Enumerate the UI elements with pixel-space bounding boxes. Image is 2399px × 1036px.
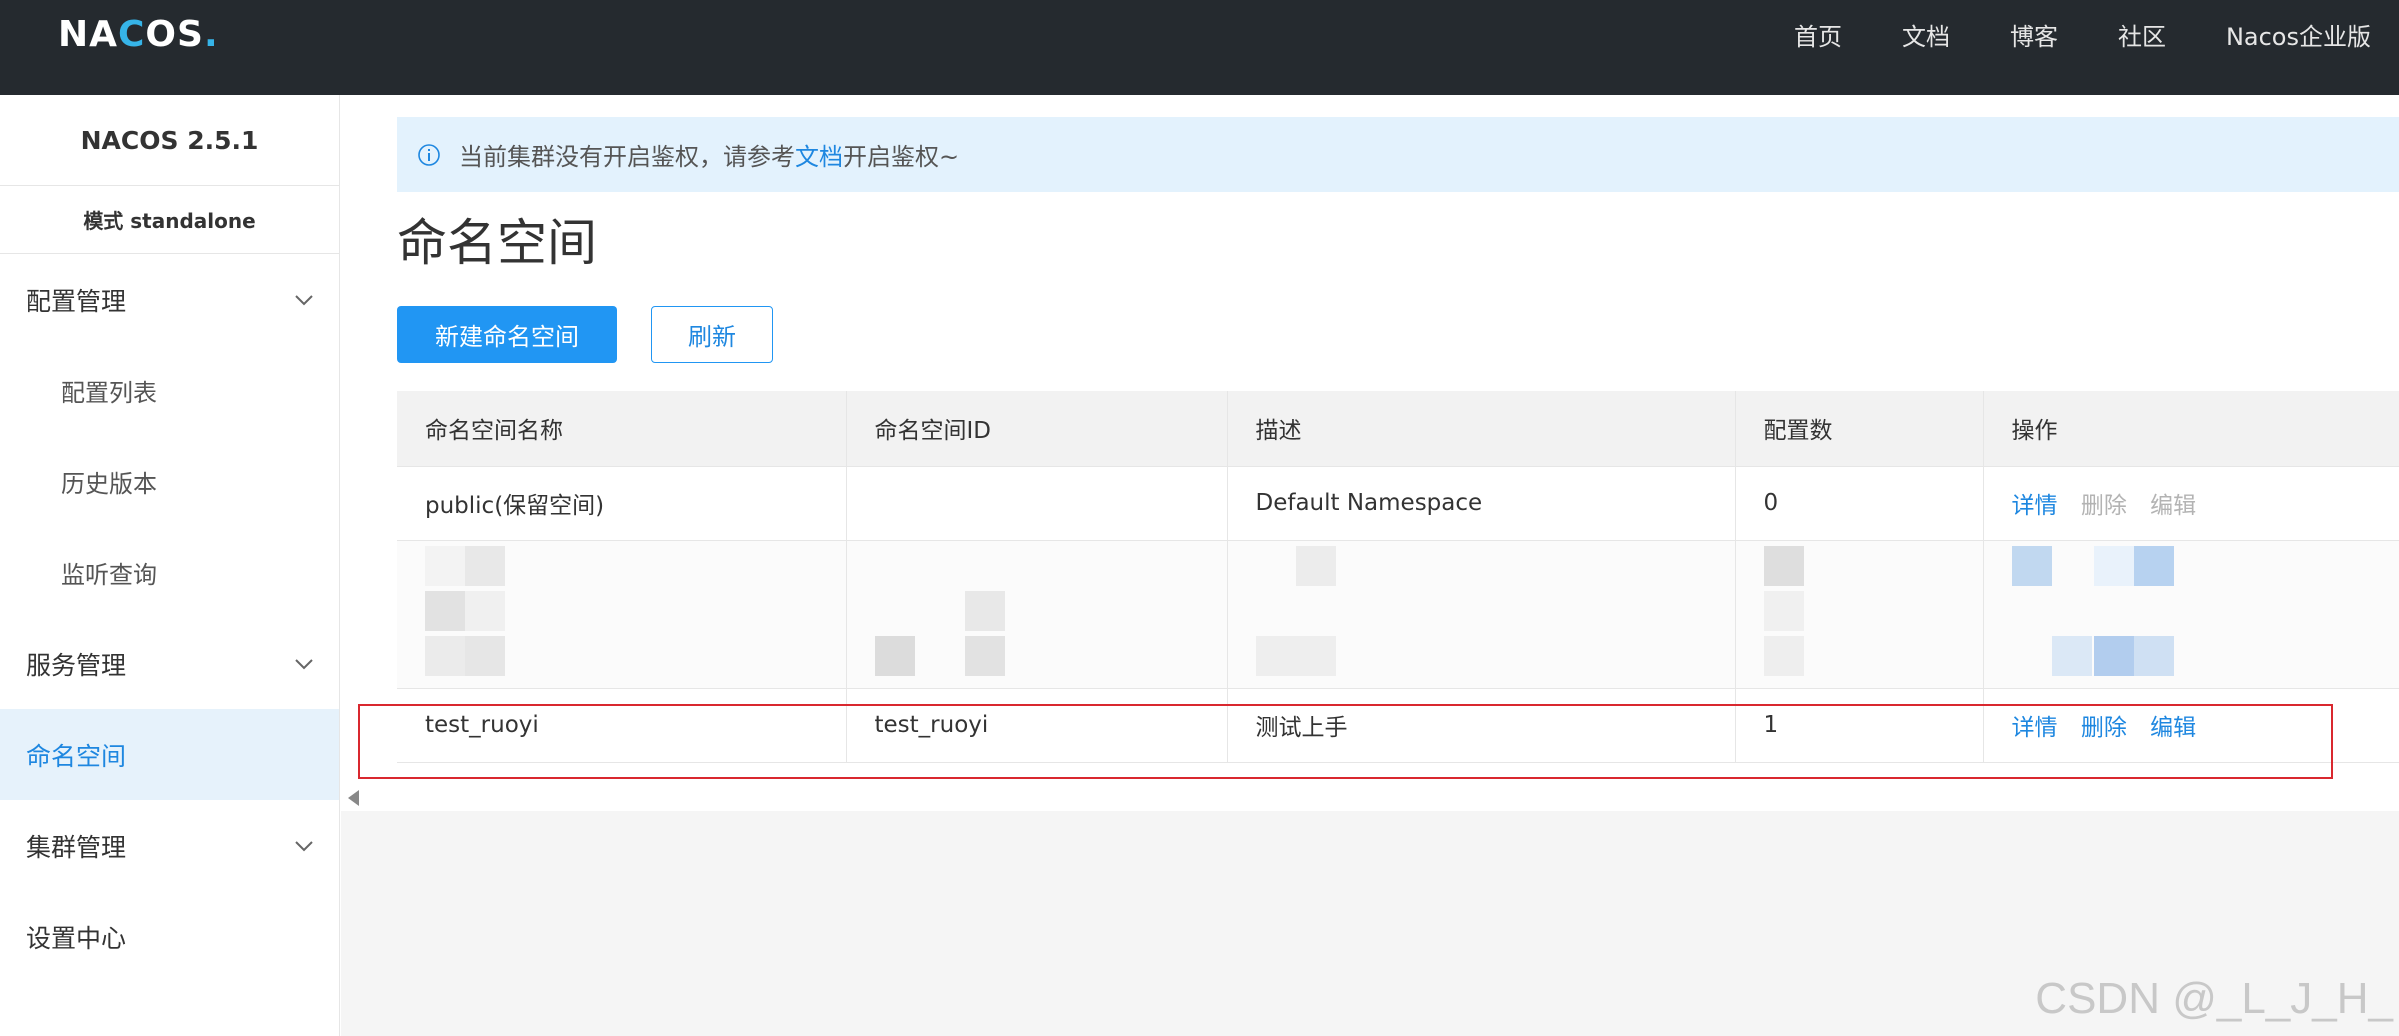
table-row: public(保留空间) Default Namespace 0 详情 删除 编…	[397, 466, 2399, 541]
nacos-logo[interactable]: NACOS.	[58, 12, 219, 57]
redacted-cell	[1735, 540, 1984, 689]
pixelated-block	[1763, 546, 1804, 676]
pixelated-block	[1255, 546, 1336, 676]
table-row: test_ruoyi test_ruoyi 测试上手 1 详情 删除 编辑	[397, 688, 2399, 763]
version-label: NACOS 2.5.1	[0, 95, 339, 186]
pixelated-block	[2011, 546, 2174, 676]
detail-link[interactable]: 详情	[2012, 493, 2058, 519]
scroll-left-arrow-icon[interactable]	[348, 790, 359, 806]
cell-name: test_ruoyi	[397, 688, 847, 763]
sidebar-item-cluster-management[interactable]: 集群管理	[0, 800, 339, 891]
chevron-down-icon	[289, 649, 319, 679]
info-icon	[417, 143, 441, 167]
cell-name: public(保留空间)	[397, 466, 847, 541]
top-navbar: NACOS. 首页 文档 博客 社区 Nacos企业版	[0, 0, 2399, 95]
delete-link[interactable]: 删除	[2081, 715, 2127, 741]
column-header-id: 命名空间ID	[846, 391, 1228, 467]
edit-link: 编辑	[2150, 493, 2197, 519]
redacted-cell	[846, 540, 1228, 689]
column-header-name: 命名空间名称	[397, 391, 847, 467]
cell-actions: 详情 删除 编辑	[1983, 466, 2399, 541]
column-header-desc: 描述	[1227, 391, 1736, 467]
docs-link[interactable]: 文档	[795, 137, 843, 172]
cell-desc: Default Namespace	[1227, 466, 1736, 541]
main-area: 当前集群没有开启鉴权，请参考 文档 开启鉴权~ 命名空间 新建命名空间 刷新 命名空…	[341, 95, 2399, 1036]
nav-enterprise[interactable]: Nacos企业版	[2196, 18, 2371, 56]
sidebar-item-history[interactable]: 历史版本	[0, 436, 339, 527]
sidebar-item-config-list[interactable]: 配置列表	[0, 345, 339, 436]
nav-blog[interactable]: 博客	[1980, 18, 2088, 56]
redacted-cell	[397, 540, 847, 689]
cell-desc: 测试上手	[1227, 688, 1736, 763]
cell-count: 0	[1735, 466, 1984, 541]
pixelated-block	[874, 591, 1005, 676]
chevron-down-icon	[289, 285, 319, 315]
sidebar-item-listener-query[interactable]: 监听查询	[0, 527, 339, 618]
redacted-cell	[1227, 540, 1736, 689]
namespace-table: 命名空间名称 命名空间ID 描述 配置数 操作 public(保留空间) Def…	[397, 391, 2399, 763]
refresh-button[interactable]: 刷新	[651, 306, 773, 363]
table-header-row: 命名空间名称 命名空间ID 描述 配置数 操作	[397, 391, 2399, 467]
sidebar: NACOS 2.5.1 模式 standalone 配置管理 配置列表 历史版本…	[0, 95, 340, 1036]
cell-id	[846, 466, 1228, 541]
cell-count: 1	[1735, 688, 1984, 763]
column-header-count: 配置数	[1735, 391, 1984, 467]
pixelated-block	[425, 546, 505, 676]
sidebar-menu: 配置管理 配置列表 历史版本 监听查询 服务管理 命名空间 集群管理 设置中心	[0, 254, 339, 982]
redacted-cell	[1983, 540, 2399, 689]
column-header-actions: 操作	[1983, 391, 2399, 467]
page-title: 命名空间	[397, 214, 597, 272]
sidebar-item-config-management[interactable]: 配置管理	[0, 254, 339, 345]
cell-id: test_ruoyi	[846, 688, 1228, 763]
cell-actions: 详情 删除 编辑	[1983, 688, 2399, 763]
watermark: CSDN @_L_J_H_	[2035, 974, 2393, 1023]
sidebar-item-service-management[interactable]: 服务管理	[0, 618, 339, 709]
content-panel: 当前集群没有开启鉴权，请参考 文档 开启鉴权~ 命名空间 新建命名空间 刷新 命名空…	[341, 95, 2399, 811]
sidebar-item-namespace[interactable]: 命名空间	[0, 709, 339, 800]
sidebar-item-settings[interactable]: 设置中心	[0, 891, 339, 982]
nav-home[interactable]: 首页	[1764, 18, 1872, 56]
nav-community[interactable]: 社区	[2088, 18, 2196, 56]
mode-label: 模式 standalone	[0, 186, 339, 254]
delete-link: 删除	[2080, 493, 2127, 519]
auth-notice: 当前集群没有开启鉴权，请参考 文档 开启鉴权~	[397, 117, 2399, 192]
top-nav-menu: 首页 文档 博客 社区 Nacos企业版	[1764, 18, 2371, 56]
detail-link[interactable]: 详情	[2012, 715, 2058, 741]
create-namespace-button[interactable]: 新建命名空间	[397, 306, 617, 363]
chevron-down-icon	[289, 831, 319, 861]
edit-link[interactable]: 编辑	[2150, 715, 2196, 741]
nav-docs[interactable]: 文档	[1872, 18, 1980, 56]
redacted-row	[397, 540, 2399, 689]
